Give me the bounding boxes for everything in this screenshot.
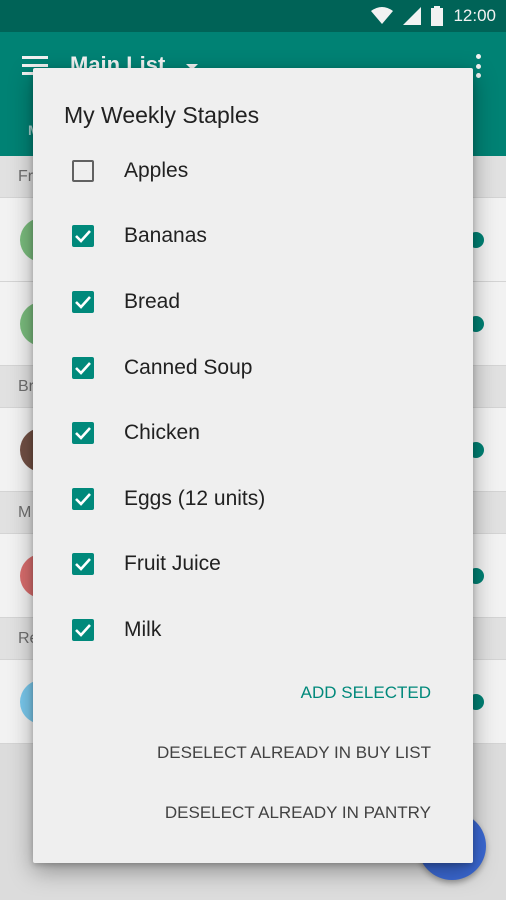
- dialog-actions: ADD SELECTED DESELECT ALREADY IN BUY LIS…: [51, 678, 431, 858]
- list-item[interactable]: Fruit Juice: [33, 532, 473, 598]
- checkbox[interactable]: [72, 225, 94, 248]
- checkbox[interactable]: [72, 159, 94, 182]
- item-label: Apples: [124, 158, 189, 182]
- list-item[interactable]: Canned Soup: [33, 335, 473, 401]
- checkbox[interactable]: [72, 618, 94, 641]
- item-label: Bread: [124, 289, 181, 313]
- deselect-buy-list-button[interactable]: DESELECT ALREADY IN BUY LIST: [51, 738, 431, 798]
- checkmark-icon: [75, 361, 91, 375]
- checkmark-icon: [75, 296, 91, 309]
- item-label: Fruit Juice: [124, 552, 221, 576]
- checkmark-icon: [75, 624, 91, 637]
- checkbox[interactable]: [72, 422, 94, 445]
- checkbox[interactable]: [72, 290, 94, 313]
- list-item[interactable]: Bananas: [33, 204, 473, 270]
- list-item[interactable]: Milk: [33, 597, 473, 663]
- checkmark-icon: [75, 492, 91, 506]
- item-label: Milk: [124, 617, 162, 641]
- dialog-title: My Weekly Staples: [64, 102, 260, 128]
- item-label: Canned Soup: [124, 355, 253, 379]
- deselect-pantry-button[interactable]: DESELECT ALREADY IN PANTRY: [51, 798, 431, 858]
- checkmark-icon: [75, 427, 91, 441]
- list-item[interactable]: Apples: [33, 138, 473, 204]
- checkmark-icon: [75, 558, 91, 572]
- item-label: Bananas: [124, 224, 207, 248]
- item-label: Chicken: [124, 421, 200, 445]
- checkbox[interactable]: [72, 553, 94, 576]
- list-item[interactable]: Bread: [33, 269, 473, 335]
- staples-list: Apples Bananas Bread Canned Soup Chicken: [33, 138, 473, 663]
- list-item[interactable]: Chicken: [33, 400, 473, 466]
- list-item[interactable]: Eggs (12 units): [33, 466, 473, 532]
- staples-dialog: My Weekly Staples Apples Bananas Bread C…: [33, 68, 473, 863]
- add-selected-button[interactable]: ADD SELECTED: [51, 678, 431, 738]
- checkmark-icon: [75, 230, 91, 244]
- checkbox[interactable]: [72, 356, 94, 379]
- item-label: Eggs (12 units): [124, 486, 266, 510]
- checkbox[interactable]: [72, 487, 94, 510]
